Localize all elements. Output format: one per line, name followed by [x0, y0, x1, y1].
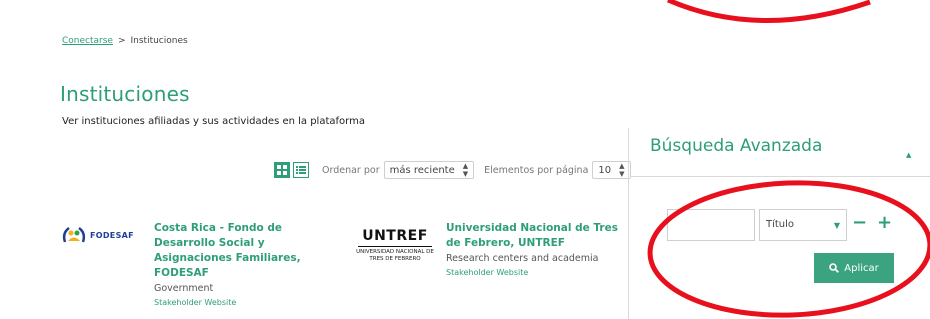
- order-by-label: Ordenar por: [322, 164, 380, 176]
- remove-filter-button[interactable]: −: [852, 214, 867, 232]
- apply-button-label: Aplicar: [844, 262, 879, 274]
- per-page-value: 10: [598, 164, 612, 176]
- order-by-value: más reciente: [389, 164, 455, 176]
- per-page-label: Elementos por página: [484, 164, 589, 176]
- untref-logo[interactable]: UNTREF UNIVERSIDAD NACIONAL DE TRES DE F…: [352, 228, 438, 268]
- results-toolbar: Ordenar por más reciente ▲ ▼ Elementos por…: [274, 160, 631, 180]
- select-arrows-icon: ▲ ▼: [462, 162, 469, 178]
- breadcrumb-current: Instituciones: [130, 36, 188, 46]
- search-query-input[interactable]: [667, 209, 755, 241]
- breadcrumb-home-link[interactable]: Conectarse: [62, 36, 113, 46]
- apply-button[interactable]: Aplicar: [814, 253, 894, 283]
- order-by-select[interactable]: más reciente ▲ ▼: [383, 161, 475, 179]
- search-field-select[interactable]: Título ▼: [759, 209, 847, 241]
- breadcrumb-separator: >: [117, 36, 126, 46]
- list-view-icon[interactable]: [293, 162, 309, 178]
- untref-logo-divider: [358, 246, 432, 247]
- stakeholder-website-link[interactable]: Stakeholder Website: [154, 298, 344, 307]
- select-arrows-icon: ▲ ▼: [619, 162, 625, 178]
- untref-logo-text: UNTREF: [362, 228, 428, 244]
- chevron-down-icon: ▼: [833, 221, 840, 230]
- institution-type: Research centers and academia: [446, 253, 599, 264]
- institution-title[interactable]: Universidad Nacional de Tres de Febrero,…: [446, 221, 626, 251]
- advanced-search-divider: [630, 176, 930, 177]
- collapse-caret-icon[interactable]: ▲: [906, 151, 911, 159]
- institution-type: Government: [154, 283, 214, 294]
- red-annotation-oval: [647, 180, 930, 318]
- institution-card: Universidad Nacional de Tres de Febrero,…: [446, 221, 626, 277]
- fodesaf-logo-icon: [62, 226, 86, 243]
- untref-logo-subtext: UNIVERSIDAD NACIONAL DE TRES DE FEBRERO: [356, 249, 434, 262]
- institution-card: Costa Rica - Fondo de Desarrollo Social …: [154, 221, 344, 307]
- search-field-value: Título: [766, 219, 795, 230]
- sidebar-divider: [628, 128, 629, 319]
- add-filter-button[interactable]: +: [877, 214, 892, 232]
- institution-title[interactable]: Costa Rica - Fondo de Desarrollo Social …: [154, 221, 344, 281]
- advanced-search-title[interactable]: Búsqueda Avanzada: [650, 136, 822, 156]
- breadcrumb: Conectarse > Instituciones: [62, 36, 188, 46]
- search-icon: [829, 263, 840, 273]
- page-subtitle: Ver instituciones afiliadas y sus activi…: [62, 116, 365, 127]
- grid-view-icon[interactable]: [274, 162, 290, 178]
- page-title: Instituciones: [60, 82, 190, 106]
- fodesaf-logo-text: FODESAF: [90, 230, 134, 240]
- per-page-select[interactable]: 10 ▲ ▼: [592, 161, 631, 179]
- stakeholder-website-link[interactable]: Stakeholder Website: [446, 268, 626, 277]
- red-annotation-arc: [667, 0, 871, 23]
- fodesaf-logo[interactable]: FODESAF: [62, 224, 142, 246]
